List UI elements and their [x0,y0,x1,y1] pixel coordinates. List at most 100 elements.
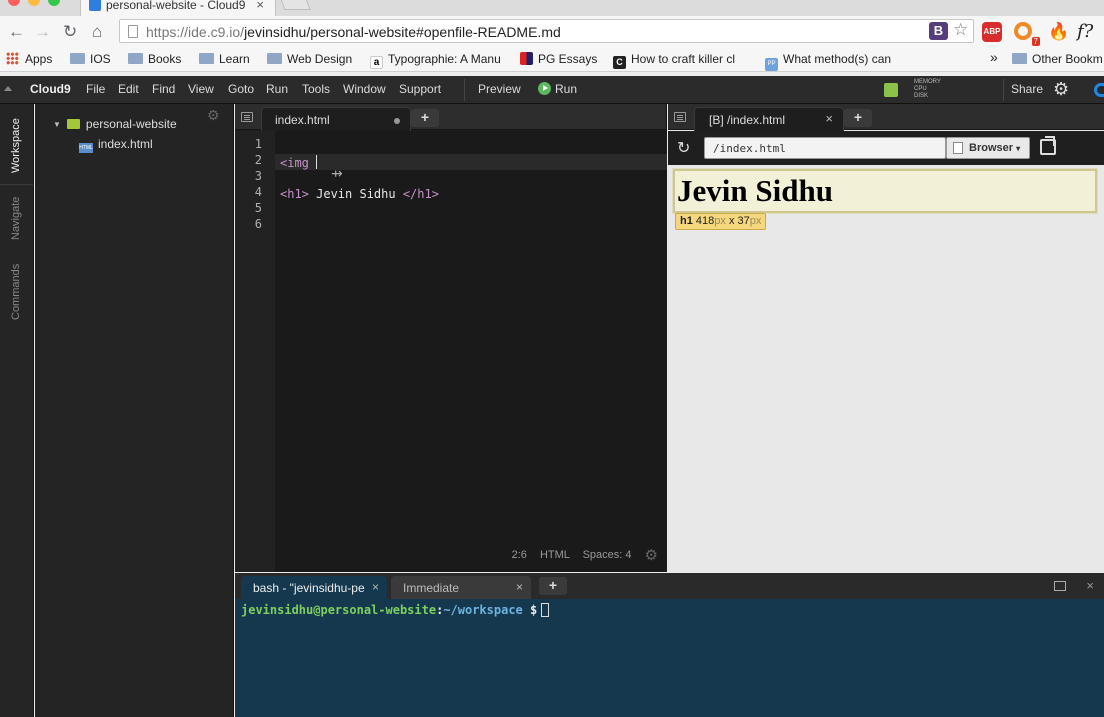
menu-tools[interactable]: Tools [302,82,330,96]
font-query-extension-icon[interactable]: f? [1077,22,1104,42]
menu-edit[interactable]: Edit [118,82,139,96]
toggle-switch-icon[interactable] [1094,83,1104,97]
resource-meters[interactable]: MEMORY CPU DISK [914,79,941,100]
forward-arrow-icon[interactable]: → [34,22,51,42]
bookmark-typographie[interactable]: a Typographie: A Manu [370,52,501,69]
bookmarks-overflow-chevron[interactable]: » [990,50,998,64]
home-icon[interactable]: ⌂ [92,22,102,42]
maximize-panel-icon[interactable] [1054,581,1066,591]
minimize-window-button[interactable] [28,0,40,6]
run-button[interactable]: Run [538,82,577,96]
back-arrow-icon[interactable]: ← [8,22,25,42]
tab-commands[interactable]: Commands [0,258,32,326]
close-icon[interactable]: × [516,580,523,594]
editor-settings-gear-icon[interactable]: ⚙ [645,547,658,564]
address-url: https://ide.c9.io/jevinsidhu/personal-we… [146,24,561,40]
text-cursor [316,155,318,169]
browser-tab-active[interactable]: personal-website - Cloud9 × [80,0,276,16]
folder-icon [1012,53,1027,64]
collapse-menu-icon[interactable] [4,86,12,91]
folder-icon [199,53,214,64]
close-panel-icon[interactable]: × [1086,578,1094,593]
preview-tab[interactable]: [B] /index.html × [694,107,844,131]
tree-folder-personal-website[interactable]: ▼ personal-website [53,117,177,131]
code-editor[interactable]: <img ⇸ <h1> Jevin Sidhu </h1> [275,131,667,572]
preview-address-input[interactable]: /index.html [704,137,946,159]
bookmark-what-method[interactable]: PP What method(s) can [765,52,891,71]
preview-pane: [B] /index.html × + ↻ /index.html Browse… [668,104,1104,572]
menu-file[interactable]: File [86,82,105,96]
collaborator-avatar-icon[interactable] [884,83,898,97]
tab-close-icon[interactable]: × [256,0,264,12]
code-line-4[interactable]: <h1> Jevin Sidhu </h1> [280,187,439,201]
bootstrap-extension-icon[interactable]: B [929,22,948,40]
editor-tab-label: index.html [275,113,330,127]
fire-extension-icon[interactable]: 🔥 [1048,22,1069,42]
terminal-tab-immediate[interactable]: Immediate × [391,576,531,599]
menu-run[interactable]: Run [266,82,288,96]
pane-menu-icon[interactable] [674,112,686,122]
preview-viewport[interactable]: Jevin Sidhu h1 418px x 37px [668,165,1104,572]
indent-setting[interactable]: Spaces: 4 [583,549,632,561]
menu-support[interactable]: Support [399,82,441,96]
preview-heading: Jevin Sidhu [673,169,1097,213]
terminal-cursor [541,603,550,617]
pane-menu-icon[interactable] [241,112,253,122]
popout-window-icon[interactable] [1040,136,1056,155]
run-play-icon [538,82,551,95]
address-bar[interactable]: https://ide.c9.io/jevinsidhu/personal-we… [119,19,974,43]
terminal-panel: bash - "jevinsidhu-pe × Immediate × + × je… [235,573,1104,717]
tree-file-index-html[interactable]: HTML index.html [79,137,153,153]
menu-view[interactable]: View [188,82,214,96]
bookmark-books[interactable]: Books [128,52,181,66]
maximize-window-button[interactable] [48,0,60,6]
line-number: 6 [254,217,262,231]
bookmark-apps[interactable]: Apps [6,52,52,66]
preview-tab-label: [B] /index.html [709,113,786,127]
tree-settings-gear-icon[interactable]: ⚙ [207,107,220,124]
ibeam-cursor-icon: ⇸ [331,165,343,181]
browser-dropdown[interactable]: Browser ▾ [946,137,1030,159]
code-line-2[interactable]: <img [280,155,318,170]
menu-window[interactable]: Window [343,82,386,96]
menu-find[interactable]: Find [152,82,175,96]
bookmark-other[interactable]: Other Bookm [1012,52,1103,66]
unsaved-dot-icon[interactable] [394,118,400,124]
bookmark-ios[interactable]: IOS [70,52,111,66]
bookmark-pg-essays[interactable]: PG Essays [520,52,597,66]
preview-reload-icon[interactable]: ↻ [677,138,690,158]
c9-brand-menu[interactable]: Cloud9 [30,82,71,96]
preview-button[interactable]: Preview [478,82,521,96]
bookmark-star-icon[interactable]: ☆ [953,20,968,40]
reload-icon[interactable]: ↻ [63,22,77,42]
tab-workspace[interactable]: Workspace [0,110,32,182]
menu-goto[interactable]: Goto [228,82,254,96]
pp-icon: PP [765,58,778,71]
settings-gear-icon[interactable]: ⚙ [1053,79,1069,100]
close-icon[interactable]: × [825,111,833,126]
expand-arrow-icon[interactable]: ▼ [53,120,61,129]
element-inspector-tooltip: h1 418px x 37px [675,213,767,230]
tab-navigate[interactable]: Navigate [0,190,32,246]
side-panel-tabs: Workspace Navigate Commands [0,104,34,717]
share-button[interactable]: Share [1011,82,1043,96]
cloud9-favicon-icon [89,0,101,11]
terminal-tab-bash[interactable]: bash - "jevinsidhu-pe × [241,576,387,599]
editor-tab-index-html[interactable]: index.html [261,107,411,131]
line-number: 2 [254,153,262,167]
adblock-plus-icon[interactable]: ABP [982,22,1002,42]
orange-ring-extension-icon[interactable]: 7 [1014,22,1040,46]
close-icon[interactable]: × [372,580,379,594]
extension-badge-count: 7 [1031,37,1040,46]
syntax-mode[interactable]: HTML [540,549,570,561]
bookmark-learn[interactable]: Learn [199,52,250,66]
add-terminal-button[interactable]: + [539,577,567,595]
add-tab-button[interactable]: + [411,109,439,127]
add-tab-button[interactable]: + [844,109,872,127]
close-window-button[interactable] [8,0,20,6]
bookmark-how-to-craft[interactable]: C How to craft killer cl [613,52,735,69]
new-tab-button[interactable] [279,0,311,10]
terminal-prompt[interactable]: jevinsidhu@personal-website:~/workspace … [241,603,550,617]
bookmark-web-design[interactable]: Web Design [267,52,352,66]
preview-toolbar: ↻ /index.html Browser ▾ [668,131,1104,165]
